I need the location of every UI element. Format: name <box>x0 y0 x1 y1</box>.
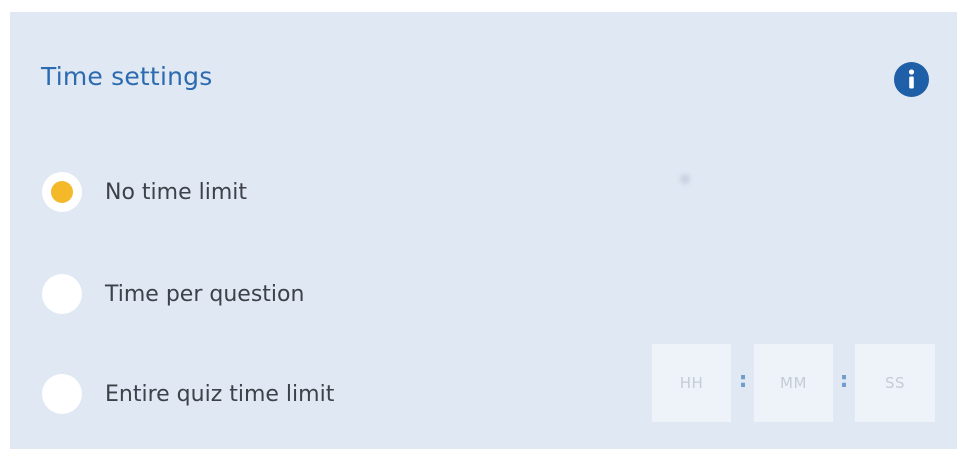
time-settings-panel: Time settings No time limit Time per que… <box>10 12 957 449</box>
section-title: Time settings <box>41 62 213 91</box>
time-separator: : <box>839 368 849 393</box>
time-separator: : <box>738 368 748 393</box>
hours-input[interactable]: HH <box>652 344 731 422</box>
background-smudge <box>680 174 690 184</box>
seconds-input[interactable]: SS <box>855 344 935 422</box>
radio-option-time-per-question[interactable]: Time per question <box>42 272 304 316</box>
info-icon[interactable] <box>894 62 929 97</box>
radio-option-no-time-limit[interactable]: No time limit <box>42 170 247 214</box>
radio-selected-dot <box>51 181 73 203</box>
option-label-time-per-question: Time per question <box>105 281 305 307</box>
option-label-entire-quiz-time-limit: Entire quiz time limit <box>105 381 335 407</box>
radio-button-selected[interactable] <box>42 172 82 212</box>
option-label-no-time-limit: No time limit <box>105 179 248 205</box>
radio-button[interactable] <box>42 274 82 314</box>
minutes-input[interactable]: MM <box>754 344 833 422</box>
radio-option-entire-quiz-time-limit[interactable]: Entire quiz time limit <box>42 372 334 416</box>
radio-button[interactable] <box>42 374 82 414</box>
